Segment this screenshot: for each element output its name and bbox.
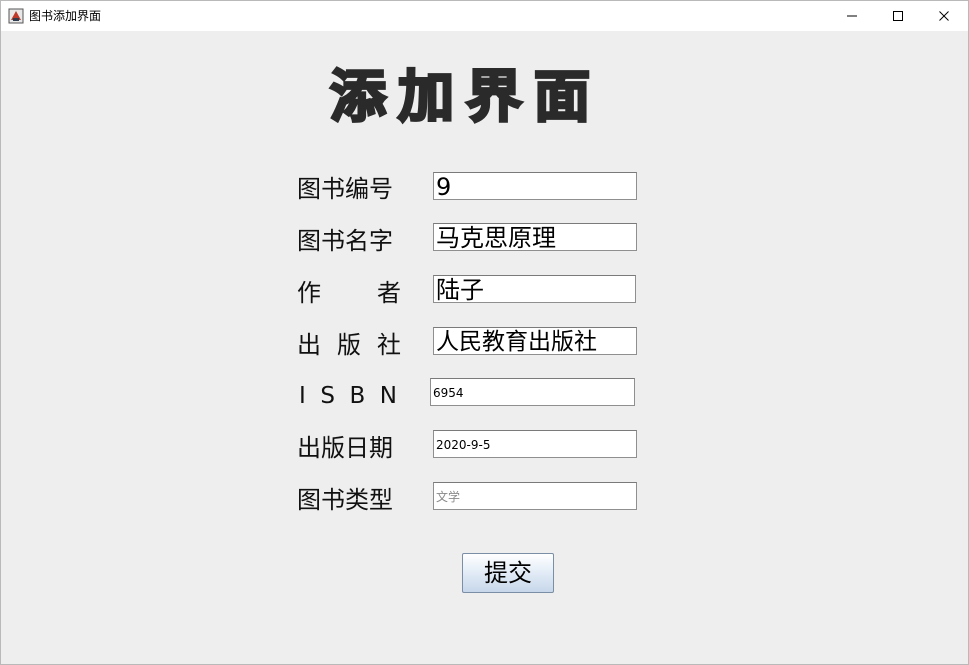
maximize-icon <box>893 11 903 21</box>
category-label: 图书类型 <box>297 486 393 514</box>
author-label-char-1: 作 <box>297 279 321 307</box>
window-title: 图书添加界面 <box>29 9 102 23</box>
publisher-label: 出 版 社 <box>297 330 401 360</box>
isbn-label-char-2: S <box>320 383 335 409</box>
minimize-icon <box>847 15 857 17</box>
maximize-button[interactable] <box>875 1 921 31</box>
page-heading: 添加界面 <box>329 64 602 132</box>
author-label-char-2: 者 <box>377 279 401 307</box>
pub-date-label: 出版日期 <box>297 434 393 462</box>
category-input[interactable]: 文学 <box>433 482 637 510</box>
app-window: 图书添加界面 添加界面 图书编号 9 图书名字 马克思原理 作 者 陆子 出 版… <box>0 0 969 665</box>
book-id-label: 图书编号 <box>297 175 393 203</box>
author-label: 作 者 <box>297 278 401 308</box>
book-id-input[interactable]: 9 <box>433 172 637 200</box>
pub-date-input[interactable]: 2020-9-5 <box>433 430 637 458</box>
isbn-label-char-3: B <box>349 383 366 409</box>
author-input[interactable]: 陆子 <box>433 275 636 303</box>
close-button[interactable] <box>921 1 967 31</box>
submit-button[interactable]: 提交 <box>462 553 554 593</box>
java-app-icon <box>8 8 24 24</box>
publisher-label-char-2: 版 <box>337 331 361 359</box>
title-bar[interactable]: 图书添加界面 <box>1 1 968 31</box>
book-name-input[interactable]: 马克思原理 <box>433 223 637 251</box>
book-name-label: 图书名字 <box>297 227 393 255</box>
isbn-label-char-1: I <box>299 383 306 409</box>
publisher-label-char-3: 社 <box>377 331 401 359</box>
isbn-label-char-4: N <box>379 383 397 409</box>
minimize-button[interactable] <box>829 1 875 31</box>
close-icon <box>939 11 949 21</box>
isbn-label: I S B N <box>299 381 397 411</box>
publisher-label-char-1: 出 <box>297 331 321 359</box>
isbn-input[interactable]: 6954 <box>430 378 635 406</box>
publisher-input[interactable]: 人民教育出版社 <box>433 327 637 355</box>
